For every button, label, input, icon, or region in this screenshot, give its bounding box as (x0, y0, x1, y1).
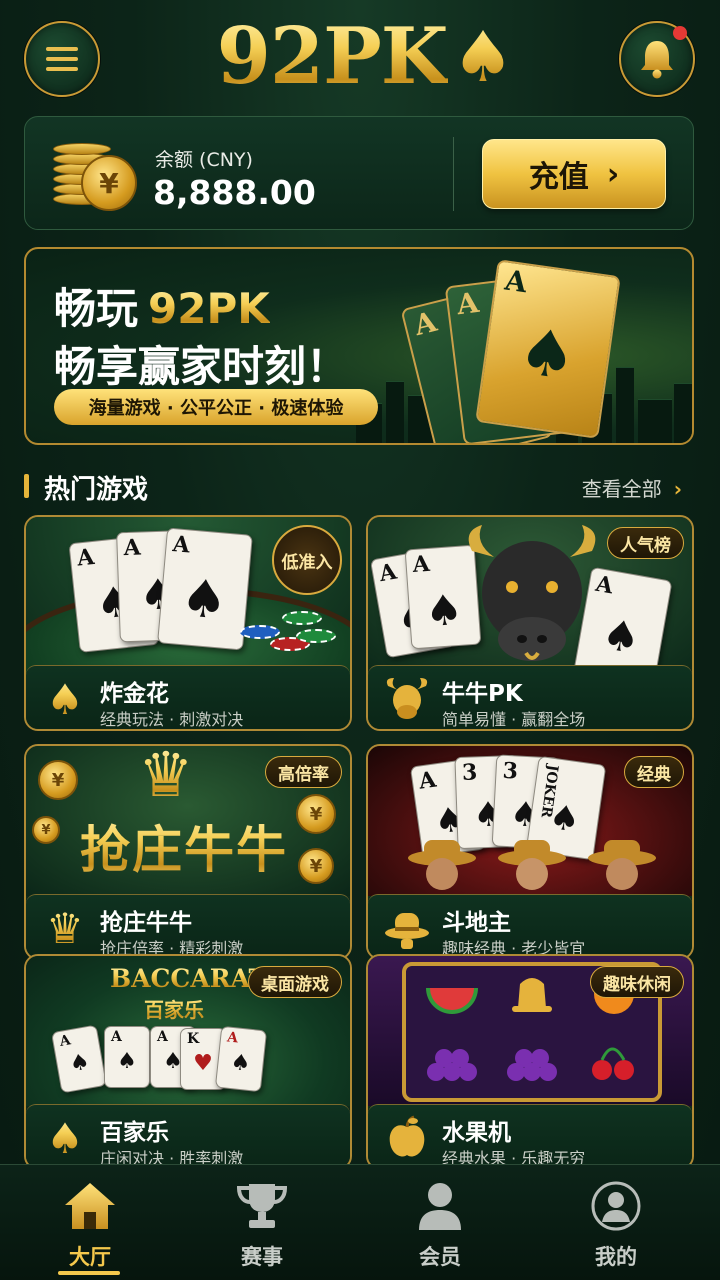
game-title: 牛牛PK (442, 681, 523, 707)
game-card-niuniu-pk[interactable]: A♠ A♠ A♠ 人气榜 牛牛PK 简单易懂 · 赢翻全场 (366, 515, 694, 731)
game-art-title: 抢庄牛牛 (80, 810, 288, 882)
nav-item-member[interactable]: 会员 (350, 1165, 530, 1280)
bottom-nav: 大厅 赛事 会员 我的 (0, 1164, 720, 1280)
coin-icon: ¥ (38, 760, 78, 800)
recharge-label: 充值 (528, 160, 589, 195)
spade-icon: ♠ (451, 14, 515, 98)
profile-icon (586, 1179, 646, 1233)
game-card-baccarat[interactable]: BACCARAT 百家乐 A ♠ A ♠ A ♠ K ♥ A ♠ 桌面游戏 ♠ 百家乐 庄… (24, 954, 352, 1170)
game-info: 斗地主 趣味经典 · 老少皆宜 (368, 894, 692, 958)
home-icon (60, 1179, 120, 1233)
playing-card: A♠ (50, 1024, 108, 1094)
game-info: 牛牛PK 简单易懂 · 赢翻全场 (368, 665, 692, 729)
nav-item-profile[interactable]: 我的 (526, 1165, 706, 1280)
game-tag: 低准入 (272, 525, 342, 595)
game-card-qiangzhuang-niuniu[interactable]: ¥ ¥ ¥ ¥ ♛ 抢庄牛牛 高倍率 ♛ 抢庄牛牛 抢庄倍率 · 精彩刺激 (24, 744, 352, 960)
game-tag: 经典 (624, 756, 684, 788)
nav-label: 会员 (419, 1245, 461, 1269)
view-all-label: 查看全部 (581, 477, 662, 501)
crown-icon: ♛ (40, 903, 90, 953)
chevron-right-icon: › (606, 156, 620, 192)
app-header: 92PK ♠ (0, 0, 720, 110)
app-logo: 92PK ♠ (205, 8, 525, 104)
spade-icon: ♠ (40, 674, 90, 724)
game-tag: 趣味休闲 (590, 966, 684, 998)
bell-icon (641, 41, 673, 79)
game-info: ♠ 炸金花 经典玩法 · 刺激对决 (26, 665, 350, 729)
section-accent-bar (24, 474, 29, 498)
coin-icon: ¥ (296, 794, 336, 834)
chevron-right-icon: › (673, 477, 682, 501)
hot-games-header: 热门游戏 查看全部 › (24, 466, 694, 506)
section-title: 热门游戏 (44, 475, 149, 505)
nav-label: 大厅 (69, 1245, 111, 1269)
trophy-icon (232, 1179, 292, 1233)
nav-label: 赛事 (241, 1245, 283, 1269)
coins-icon: ¥ (53, 135, 139, 215)
poker-chip (240, 625, 280, 639)
balance-label: 余额 (CNY) (155, 149, 253, 171)
hat-icon (385, 913, 429, 949)
game-title: 水果机 (442, 1120, 511, 1146)
spade-icon: ♠ (40, 1113, 90, 1163)
baccarat-title: BACCARAT (110, 964, 268, 993)
game-info: 水果机 经典水果 · 乐趣无穷 (368, 1104, 692, 1168)
bull-icon (386, 678, 428, 719)
recharge-button[interactable]: 充值 › (482, 139, 666, 209)
nav-label: 我的 (595, 1245, 637, 1269)
game-desc: 经典玩法 · 刺激对决 (100, 710, 244, 729)
menu-icon (46, 47, 78, 71)
banner-tagline: 海量游戏 · 公平公正 · 极速体验 (54, 389, 378, 425)
view-all-link[interactable]: 查看全部 › (582, 473, 682, 502)
game-title: 百家乐 (100, 1120, 169, 1146)
poker-chip (282, 611, 322, 625)
banner-ace-card: A ♠ (475, 259, 621, 439)
apple-icon (389, 1115, 425, 1157)
game-card-doudizhu[interactable]: A ♠ 3 ♠ 3 ♠ JOKER ♠ 经典 斗地主 趣味经典 · 老少皆宜 (366, 744, 694, 960)
baccarat-title-cn: 百家乐 (144, 994, 204, 1023)
yuan-coin-icon: ¥ (81, 155, 137, 211)
menu-button[interactable] (24, 21, 100, 97)
promo-banner[interactable]: A♠ A♠ A♠ 畅玩92PK 畅享赢家时刻！ 海量游戏 · 公平公正 · 极速… (24, 247, 694, 445)
game-card-zhajinhua[interactable]: A ♠ A ♠ A ♠ 低准入 ♠ 炸金花 经典玩法 · 刺激对决 (24, 515, 352, 731)
poker-chip (296, 629, 336, 643)
notification-button[interactable] (619, 21, 695, 97)
coin-icon: ¥ (298, 848, 334, 884)
banner-headline-1: 畅玩 92PK (54, 284, 270, 333)
game-title: 抢庄牛牛 (100, 910, 192, 936)
game-tag: 人气榜 (607, 527, 684, 559)
playing-card: A♠ (104, 1026, 150, 1088)
member-icon (410, 1179, 470, 1233)
coin-icon: ¥ (32, 816, 60, 844)
logo-text: 92PK (216, 10, 449, 102)
divider (453, 137, 454, 211)
crown-icon: ♛ (138, 744, 194, 811)
game-info: ♠ 百家乐 庄闲对决 · 胜率刺激 (26, 1104, 350, 1168)
notification-badge (673, 26, 687, 40)
nav-item-lobby[interactable]: 大厅 (0, 1165, 180, 1280)
active-indicator (58, 1271, 120, 1275)
game-tag: 高倍率 (265, 756, 342, 788)
nav-item-events[interactable]: 赛事 (172, 1165, 352, 1280)
playing-card: A♠ (214, 1025, 268, 1093)
balance-card: ¥ 余额 (CNY) 8,888.00 充值 › (24, 116, 694, 230)
players-art (408, 840, 656, 890)
game-info: ♛ 抢庄牛牛 抢庄倍率 · 精彩刺激 (26, 894, 350, 958)
game-desc: 简单易懂 · 赢翻全场 (442, 710, 586, 729)
game-card-fruit-machine[interactable]: 趣味休闲 水果机 经典水果 · 乐趣无穷 (366, 954, 694, 1170)
game-tag: 桌面游戏 (248, 966, 342, 998)
game-title: 斗地主 (442, 910, 511, 936)
banner-headline-2: 畅享赢家时刻！ (54, 342, 349, 391)
playing-card: A♠ (157, 527, 253, 651)
balance-amount: 8,888.00 (153, 173, 316, 212)
bull-head-art (468, 525, 596, 661)
game-title: 炸金花 (100, 681, 169, 707)
